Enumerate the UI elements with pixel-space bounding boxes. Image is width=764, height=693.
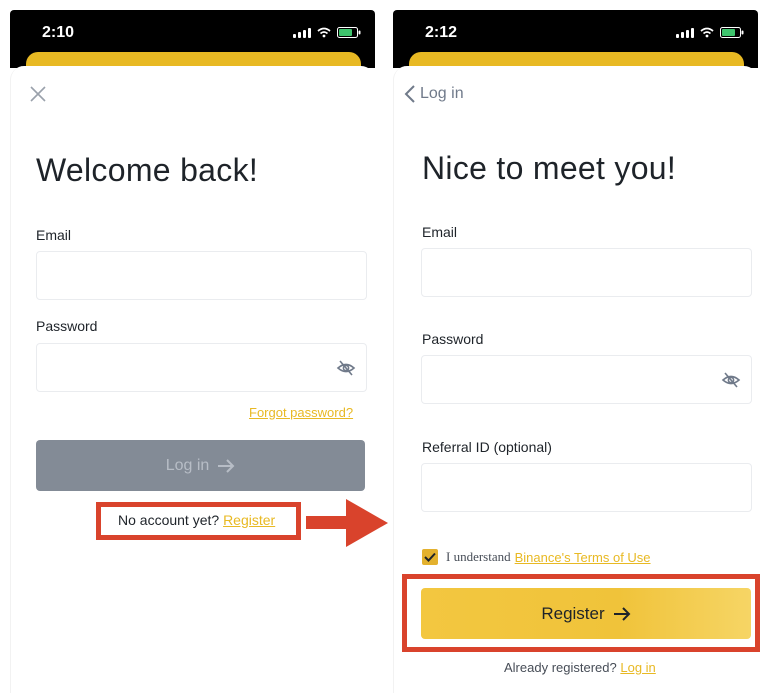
- status-time: 2:10: [42, 24, 75, 41]
- wifi-icon: [700, 27, 714, 38]
- highlight-box-register-button: [402, 574, 760, 652]
- password-field[interactable]: [421, 355, 752, 404]
- password-field[interactable]: [36, 343, 367, 392]
- login-sheet: Welcome back! Email Password Forgot pass…: [10, 66, 375, 693]
- forgot-password-link[interactable]: Forgot password?: [249, 405, 353, 420]
- status-time: 2:12: [425, 24, 458, 41]
- battery-icon: [337, 27, 361, 38]
- terms-link[interactable]: Binance's Terms of Use: [515, 550, 651, 565]
- wifi-icon: [317, 27, 331, 38]
- page-title: Welcome back!: [36, 152, 259, 188]
- eye-off-icon[interactable]: [336, 358, 356, 378]
- already-registered-text: Already registered?: [504, 660, 617, 675]
- password-label: Password: [36, 318, 98, 334]
- page-title: Nice to meet you!: [422, 150, 677, 186]
- checkmark-icon: [424, 552, 436, 562]
- back-label: Log in: [420, 85, 464, 102]
- referral-label: Referral ID (optional): [422, 439, 552, 455]
- eye-off-icon[interactable]: [721, 370, 741, 390]
- email-label: Email: [422, 224, 458, 240]
- status-icons: [293, 27, 361, 38]
- login-button-label: Log in: [165, 456, 210, 474]
- highlight-box-register-link: [96, 502, 301, 540]
- email-field[interactable]: [36, 251, 367, 300]
- terms-checkbox[interactable]: [422, 549, 438, 565]
- chevron-left-icon: [404, 85, 415, 103]
- login-prompt: Already registered? Log in: [504, 660, 656, 675]
- terms-row: I understand Binance's Terms of Use: [422, 549, 651, 565]
- status-icons: [676, 27, 744, 38]
- phone-register-screen: 2:12 Log in Nice to meet you! Email Pass…: [385, 0, 764, 693]
- signal-icon: [676, 28, 694, 38]
- referral-id-field[interactable]: [421, 463, 752, 512]
- back-button[interactable]: Log in: [404, 84, 464, 104]
- terms-prefix: I understand: [446, 549, 511, 564]
- arrow-annotation: [306, 499, 388, 547]
- password-label: Password: [422, 331, 484, 347]
- login-button[interactable]: Log in: [36, 440, 365, 491]
- phone-login-screen: 2:10 Welcome back! Email Password Forgot…: [0, 0, 383, 693]
- email-field[interactable]: [421, 248, 752, 297]
- close-icon[interactable]: [29, 85, 47, 103]
- email-label: Email: [36, 227, 72, 243]
- signal-icon: [293, 28, 311, 38]
- arrow-right-icon: [218, 458, 235, 473]
- login-link[interactable]: Log in: [620, 660, 655, 675]
- battery-icon: [720, 27, 744, 38]
